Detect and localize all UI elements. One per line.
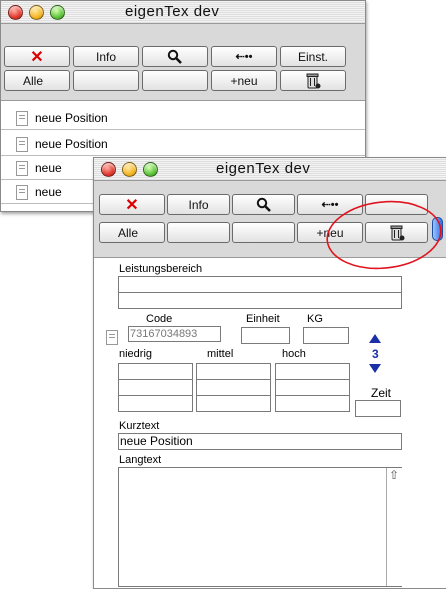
trash-can-icon <box>390 225 404 240</box>
niedrig-field-2[interactable] <box>118 379 193 396</box>
list-item-label: neue Position <box>35 111 108 125</box>
mittel-field-1[interactable] <box>196 363 271 380</box>
all-button[interactable]: Alle <box>4 70 70 91</box>
hoch-label: hoch <box>282 348 306 360</box>
delete-icon: ✕ <box>30 48 44 66</box>
search-button[interactable] <box>142 46 208 67</box>
close-window-button[interactable] <box>8 5 23 20</box>
empty-button-1[interactable] <box>73 70 139 91</box>
list-item-label: neue <box>35 161 62 175</box>
document-icon <box>16 136 28 152</box>
list-item[interactable]: neue Position <box>1 133 365 156</box>
minimize-window-button[interactable] <box>122 162 137 177</box>
langtext-label: Langtext <box>119 454 162 466</box>
info-button[interactable]: Info <box>167 194 230 215</box>
kurztext-field[interactable]: neue Position <box>118 433 402 450</box>
empty-button-1[interactable] <box>167 222 230 243</box>
delete-button[interactable]: ✕ <box>4 46 70 67</box>
new-button[interactable]: +neu <box>297 222 363 243</box>
side-handle[interactable] <box>432 217 443 241</box>
empty-button-2[interactable] <box>142 70 208 91</box>
list-item[interactable]: neue Position <box>1 107 365 130</box>
leistungsbereich-field-2[interactable] <box>118 292 402 309</box>
document-icon <box>16 160 28 176</box>
back-titlebar: eigenTex dev <box>1 1 365 24</box>
increment-arrow-icon[interactable] <box>369 334 381 343</box>
niedrig-field-1[interactable] <box>118 363 193 380</box>
delete-button[interactable]: ✕ <box>99 194 165 215</box>
window-title: eigenTex dev <box>125 3 220 20</box>
list-item-label: neue Position <box>35 137 108 151</box>
langtext-scrollbar[interactable]: ⇧ <box>386 468 402 586</box>
niedrig-label: niedrig <box>119 348 153 360</box>
back-toolbar: ✕ Info ⇠•• Einst. Alle +neu <box>1 24 365 101</box>
close-window-button[interactable] <box>101 162 116 177</box>
info-button[interactable]: Info <box>73 46 139 67</box>
magnifier-icon <box>167 49 182 64</box>
front-window: eigenTex dev ✕ Info ⇠•• Alle +neu Leistu… <box>93 157 446 589</box>
niedrig-field-3[interactable] <box>118 395 193 412</box>
kg-label: KG <box>307 313 323 325</box>
code-label: Code <box>146 313 173 325</box>
document-icon <box>16 184 28 200</box>
decrement-arrow-icon[interactable] <box>369 364 381 373</box>
leistungsbereich-field-1[interactable] <box>118 276 402 293</box>
scroll-up-icon[interactable]: ⇧ <box>389 468 399 482</box>
hoch-field-1[interactable] <box>275 363 350 380</box>
back-button[interactable]: ⇠•• <box>211 46 277 67</box>
trash-can-icon <box>306 73 321 88</box>
back-arrow-icon: ⇠•• <box>235 51 253 63</box>
list-item-label: neue <box>35 185 62 199</box>
settings-button[interactable] <box>365 194 428 215</box>
document-icon <box>106 330 118 345</box>
front-titlebar: eigenTex dev <box>94 158 446 181</box>
zeit-label: Zeit <box>371 386 392 400</box>
mittel-field-2[interactable] <box>196 379 271 396</box>
back-arrow-icon: ⇠•• <box>321 199 339 211</box>
search-button[interactable] <box>232 194 295 215</box>
window-title: eigenTex dev <box>216 160 311 177</box>
langtext-area[interactable] <box>118 467 402 587</box>
document-icon <box>16 110 28 126</box>
new-button[interactable]: +neu <box>211 70 277 91</box>
hoch-field-2[interactable] <box>275 379 350 396</box>
magnifier-icon <box>256 197 271 212</box>
minimize-window-button[interactable] <box>29 5 44 20</box>
trash-button[interactable] <box>280 70 346 91</box>
zoom-window-button[interactable] <box>143 162 158 177</box>
leistungsbereich-label: Leistungsbereich <box>119 263 203 275</box>
mittel-label: mittel <box>207 348 234 360</box>
trash-button[interactable] <box>365 222 428 243</box>
mittel-field-3[interactable] <box>196 395 271 412</box>
kurztext-label: Kurztext <box>119 420 160 432</box>
einheit-field[interactable] <box>241 327 290 344</box>
all-button[interactable]: Alle <box>99 222 165 243</box>
einheit-label: Einheit <box>246 313 280 325</box>
delete-icon: ✕ <box>125 196 139 214</box>
empty-button-2[interactable] <box>232 222 295 243</box>
kg-field[interactable] <box>303 327 349 344</box>
zeit-field[interactable] <box>355 400 401 417</box>
back-button[interactable]: ⇠•• <box>297 194 363 215</box>
counter-value: 3 <box>372 347 379 361</box>
code-field[interactable]: 73167034893 <box>128 326 221 342</box>
zoom-window-button[interactable] <box>50 5 65 20</box>
hoch-field-3[interactable] <box>275 395 350 412</box>
front-toolbar: ✕ Info ⇠•• Alle +neu <box>94 181 446 258</box>
settings-button[interactable]: Einst. <box>280 46 346 67</box>
